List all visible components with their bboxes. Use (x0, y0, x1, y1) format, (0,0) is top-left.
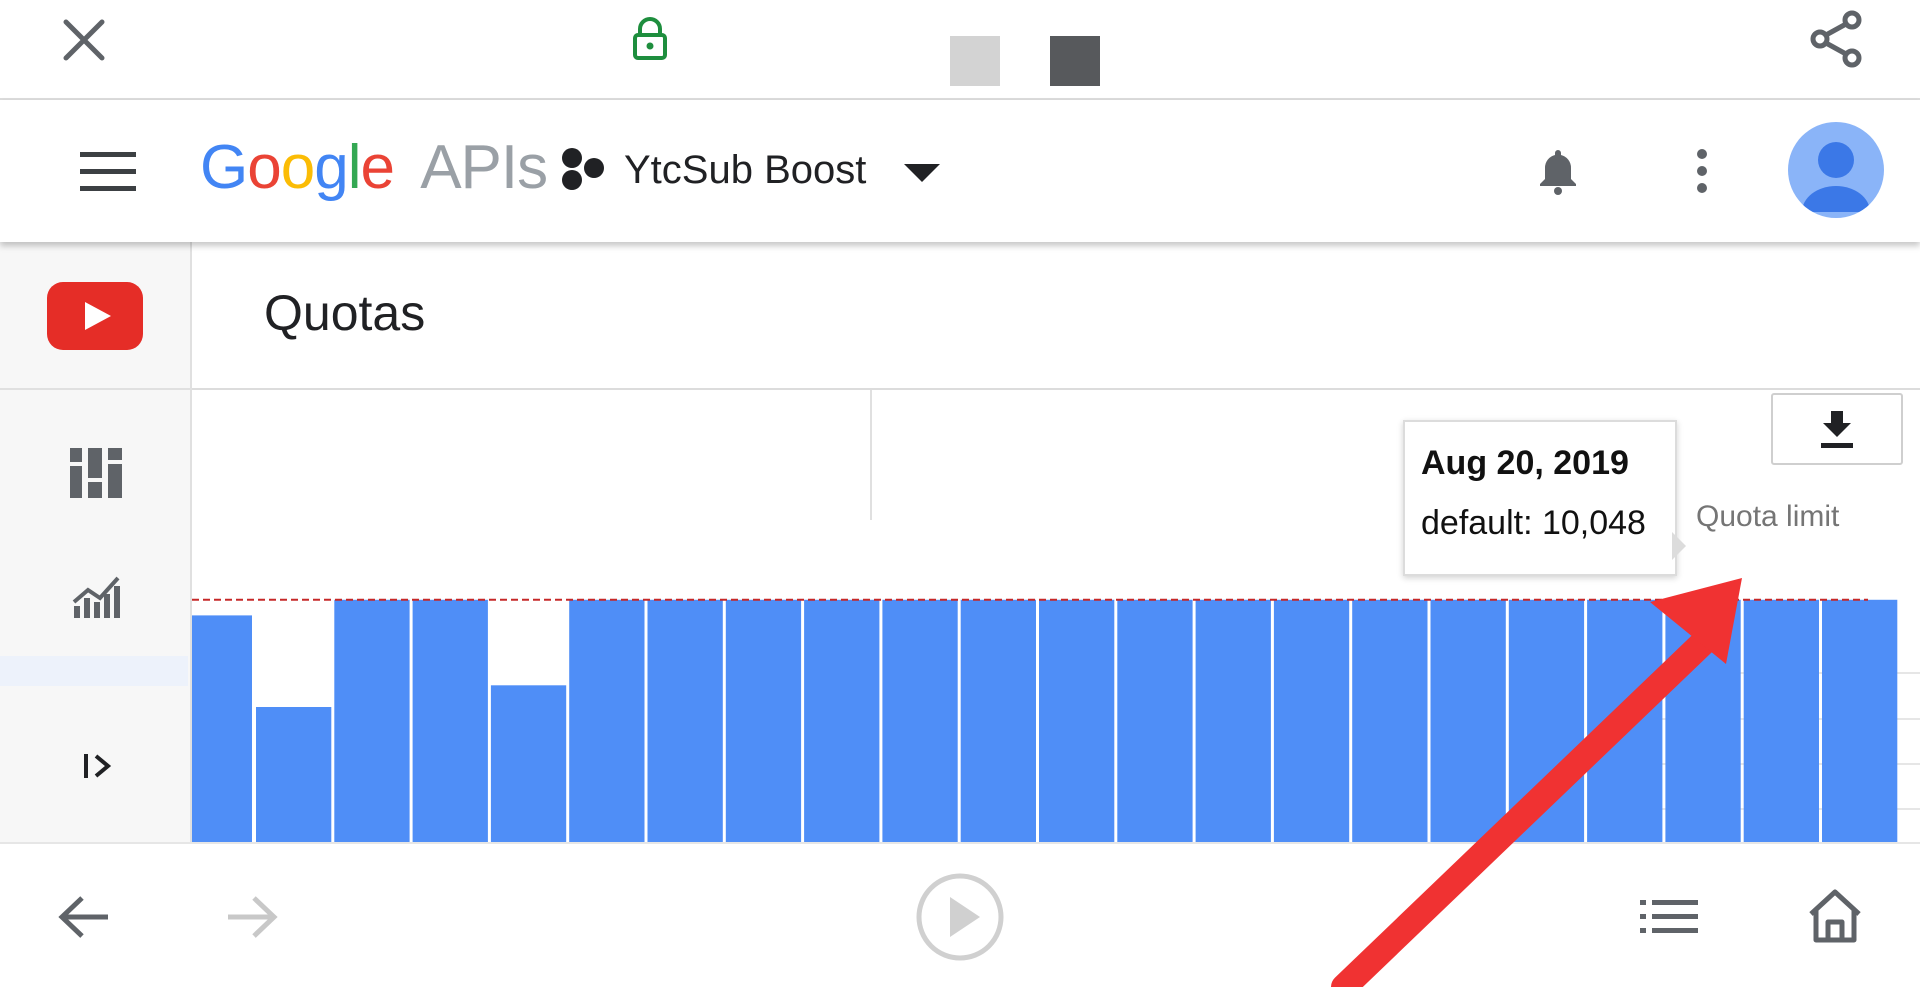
chart-bar[interactable] (725, 599, 802, 842)
logo-letter-o2: o (280, 133, 315, 202)
chart-bar[interactable] (804, 599, 880, 842)
project-name[interactable]: YtcSub Boost (624, 142, 866, 198)
forward-icon[interactable] (226, 894, 278, 940)
chart-bar[interactable] (256, 707, 332, 842)
logo-letter-g: G (200, 133, 248, 202)
tooltip-pointer (1672, 532, 1686, 560)
chart-bar[interactable] (334, 599, 410, 842)
browser-toolbar (0, 0, 1920, 100)
chart-bar[interactable] (1117, 599, 1193, 842)
home-icon[interactable] (1808, 888, 1862, 944)
page-title-bar: Quotas (192, 242, 1920, 390)
tab-thumbnail-dark[interactable] (1050, 36, 1100, 86)
app-header: Google APIs YtcSub Boost (0, 100, 1920, 242)
logo-letter-e: e (360, 133, 394, 202)
tooltip-date: Aug 20, 2019 (1421, 444, 1629, 482)
annotation-arrow (1331, 578, 1742, 987)
menu-icon[interactable] (80, 150, 136, 192)
chart-bar[interactable] (882, 599, 958, 842)
google-apis-logo[interactable]: Google APIs (200, 132, 548, 206)
play-icon[interactable] (914, 871, 1006, 963)
logo-letter-l: l (347, 133, 362, 202)
chart-bar[interactable] (1039, 599, 1115, 842)
tooltip-value: default: 10,048 (1421, 504, 1646, 542)
youtube-logo (47, 282, 143, 350)
metrics-chart-icon[interactable] (72, 572, 120, 618)
download-icon (1819, 409, 1855, 449)
expand-sidebar-icon[interactable] (82, 750, 114, 782)
project-hexagon-icon (560, 144, 608, 196)
chart-bar[interactable] (192, 615, 252, 842)
tab-thumbnail[interactable] (950, 36, 1000, 86)
back-icon[interactable] (58, 894, 110, 940)
chart-bar[interactable] (412, 599, 488, 842)
logo-letter-g2: g (314, 133, 348, 202)
sidebar (0, 242, 192, 842)
chart-bar[interactable] (490, 685, 567, 842)
dropdown-caret-icon[interactable] (902, 162, 942, 186)
lock-icon (632, 16, 668, 60)
sidebar-item-youtube[interactable] (0, 242, 190, 390)
chart-bar[interactable] (960, 599, 1036, 842)
close-icon[interactable] (58, 14, 110, 66)
sidebar-item-quotas[interactable] (0, 656, 188, 686)
quota-limit-label: Quota limit (1696, 500, 1840, 533)
share-icon[interactable] (1806, 8, 1866, 70)
chart-bar[interactable] (647, 599, 723, 842)
bell-icon[interactable] (1536, 146, 1580, 196)
account-avatar[interactable] (1788, 122, 1884, 218)
page-title: Quotas (264, 285, 426, 341)
more-vert-icon[interactable] (1690, 146, 1714, 196)
chart-bar[interactable] (1822, 599, 1898, 842)
download-button[interactable] (1771, 393, 1903, 465)
dashboard-icon[interactable] (70, 448, 122, 498)
chart-bar[interactable] (569, 599, 645, 842)
chart-bar[interactable] (1195, 599, 1271, 842)
logo-suffix: APIs (420, 133, 548, 202)
logo-letter-o1: o (247, 133, 281, 202)
chart-tooltip: Aug 20, 2019 default: 10,048 (1403, 420, 1677, 576)
